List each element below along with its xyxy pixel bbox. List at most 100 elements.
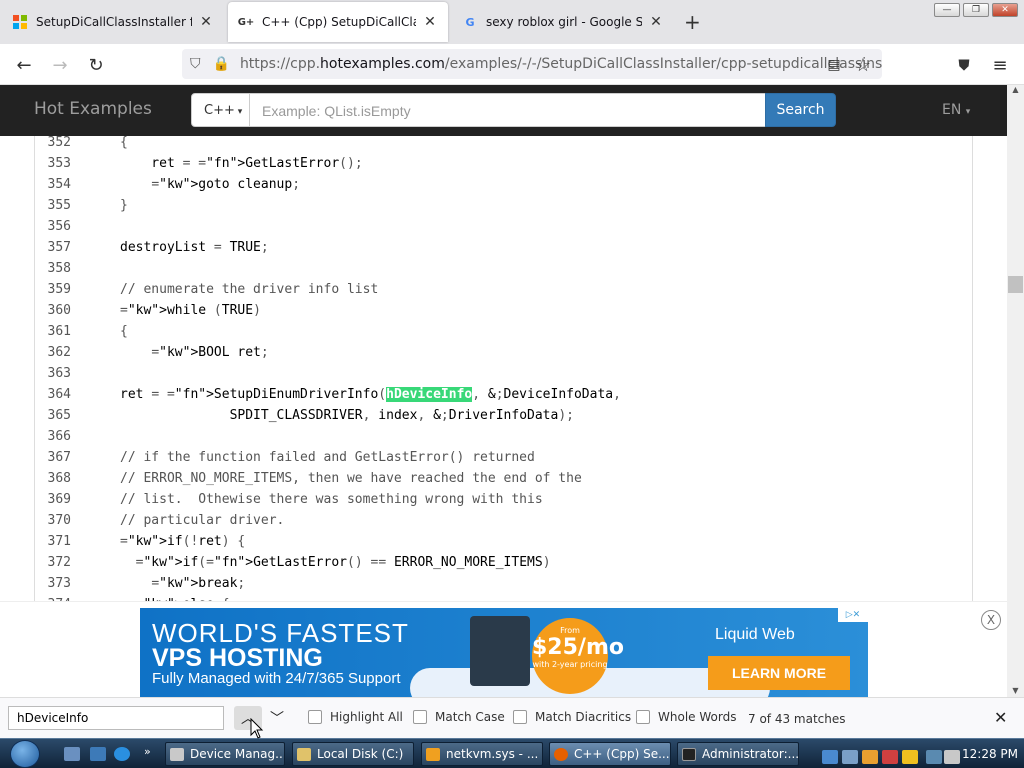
locale-dropdown[interactable]: EN ▾: [942, 102, 970, 118]
code-text: // particular driver.: [120, 513, 285, 528]
adchoices-icon[interactable]: ▷✕: [838, 608, 868, 622]
windows-logo-icon: [12, 14, 28, 30]
tray-window-icon[interactable]: [842, 750, 858, 764]
taskbar-local-disk[interactable]: Local Disk (C:): [292, 742, 414, 766]
lock-icon[interactable]: 🔒: [213, 56, 230, 72]
code-line: 370 // particular driver.: [34, 510, 973, 531]
internet-explorer-icon[interactable]: [114, 747, 130, 761]
show-desktop-icon[interactable]: [64, 747, 80, 761]
price-from: From: [560, 626, 580, 635]
caret-down-icon: ▾: [965, 107, 971, 117]
learn-more-button[interactable]: LEARN MORE: [708, 656, 850, 690]
reader-view-icon[interactable]: ▤: [820, 52, 848, 78]
tray-tool-icon[interactable]: [882, 750, 898, 764]
checkbox-label: Match Diacritics: [535, 710, 632, 724]
find-input[interactable]: hDeviceInfo: [8, 706, 224, 730]
new-tab-button[interactable]: +: [684, 10, 701, 34]
forward-button[interactable]: →: [46, 52, 74, 78]
code-line: 363: [34, 363, 973, 384]
ad-brand: Liquid Web: [715, 626, 795, 643]
close-tab-icon[interactable]: ✕: [648, 14, 664, 30]
switch-windows-icon[interactable]: [90, 747, 106, 761]
close-tab-icon[interactable]: ✕: [198, 14, 214, 30]
code-text: ="kw">while (TRUE): [120, 303, 261, 318]
find-next-button[interactable]: ﹀: [263, 706, 291, 730]
close-tab-icon[interactable]: ✕: [422, 14, 438, 30]
checkbox-label: Highlight All: [330, 710, 403, 724]
tab-title: SetupDiCallClassInstaller functio: [36, 15, 192, 29]
line-number: 372: [47, 555, 71, 570]
ad-subline: Fully Managed with 24/7/365 Support: [152, 670, 401, 687]
address-bar[interactable]: ⛉ 🔒 https://cpp. hotexamples.com/examples…: [182, 49, 882, 79]
taskbar-label: Device Manag...: [190, 747, 285, 761]
tab-setupdi-docs[interactable]: SetupDiCallClassInstaller functio ✕: [2, 2, 224, 42]
code-text: // if the function failed and GetLastErr…: [120, 450, 535, 465]
scroll-up-icon[interactable]: ▲: [1007, 85, 1024, 94]
language-select[interactable]: C++ ▾: [191, 93, 250, 127]
scroll-down-icon[interactable]: ▼: [1007, 686, 1024, 695]
tray-app-icon[interactable]: [822, 750, 838, 764]
code-text: destroyList = TRUE;: [120, 240, 269, 255]
match-diacritics-checkbox[interactable]: Match Diacritics: [513, 710, 631, 724]
taskbar-firefox[interactable]: C++ (Cpp) Se...: [549, 742, 671, 766]
line-number: 370: [47, 513, 71, 528]
code-text: ="kw">if(="fn">GetLastError() == ERROR_N…: [135, 555, 551, 570]
tab-google-search[interactable]: G sexy roblox girl - Google Search ✕: [452, 2, 674, 42]
device-manager-icon: [170, 748, 184, 761]
hotexamples-icon: G+: [237, 16, 255, 28]
search-button[interactable]: Search: [765, 93, 836, 127]
code-search-input[interactable]: Example: QList.isEmpty: [250, 93, 766, 127]
taskbar-clock[interactable]: 12:28 PM: [962, 747, 1018, 761]
site-header: Hot Examples C++ ▾ Example: QList.isEmpt…: [0, 85, 1007, 136]
close-find-bar-button[interactable]: ✕: [994, 708, 1007, 727]
pocket-icon[interactable]: ⛊: [950, 52, 978, 78]
url-path: /examples/-/-/SetupDiCallClassInstaller/…: [444, 56, 882, 72]
tray-java-icon[interactable]: [862, 750, 878, 764]
close-window-button[interactable]: ✕: [992, 3, 1018, 17]
ad-close-button[interactable]: X: [981, 610, 1001, 630]
code-line: 361 {: [34, 321, 973, 342]
price-badge: From $25/mo with 2-year pricing: [532, 618, 624, 694]
code-text: ="kw">if(!ret) {: [120, 534, 246, 549]
code-text: ="kw">BOOL ret;: [151, 345, 269, 360]
tray-search-icon[interactable]: [902, 750, 918, 764]
line-number: 364: [47, 387, 71, 402]
taskbar-cmd[interactable]: Administrator:...: [677, 742, 799, 766]
back-button[interactable]: ←: [10, 52, 38, 78]
line-number: 368: [47, 471, 71, 486]
tab-title: C++ (Cpp) SetupDiCallClassInst: [262, 15, 416, 29]
volume-icon[interactable]: [944, 750, 960, 764]
firefox-icon: [554, 748, 568, 761]
server-graphic: [470, 616, 530, 686]
highlight-all-checkbox[interactable]: Highlight All: [308, 710, 403, 724]
code-text: // list. Othewise there was something wr…: [120, 492, 543, 507]
scrollbar-thumb[interactable]: [1008, 276, 1023, 293]
match-case-checkbox[interactable]: Match Case: [413, 710, 505, 724]
whole-words-checkbox[interactable]: Whole Words: [636, 710, 736, 724]
start-button[interactable]: [10, 740, 40, 768]
code-text: }: [120, 198, 128, 213]
bookmark-star-icon[interactable]: ☆: [849, 52, 877, 78]
reload-button[interactable]: ↻: [82, 52, 110, 78]
quicklaunch-overflow-icon[interactable]: »: [144, 745, 151, 758]
site-brand[interactable]: Hot Examples: [34, 99, 152, 119]
line-number: 356: [47, 219, 71, 234]
taskbar-device-manager[interactable]: Device Manag...: [165, 742, 285, 766]
chevron-down-icon: ﹀: [270, 711, 284, 727]
code-text: ret = ="fn">SetupDiEnumDriverInfo(hDevic…: [120, 387, 621, 402]
code-line: 352 {: [34, 136, 973, 153]
network-icon[interactable]: [926, 750, 942, 764]
maximize-button[interactable]: ❐: [963, 3, 989, 17]
checkbox-box: [413, 710, 427, 724]
tab-hotexamples[interactable]: G+ C++ (Cpp) SetupDiCallClassInst ✕: [228, 2, 448, 42]
checkbox-label: Whole Words: [658, 710, 737, 724]
page-scrollbar[interactable]: ▲ ▼: [1007, 85, 1024, 697]
shield-icon[interactable]: ⛉: [190, 56, 201, 72]
code-text: ret = ="fn">GetLastError();: [120, 156, 363, 171]
minimize-button[interactable]: —: [934, 3, 960, 17]
vps-ad[interactable]: WORLD'S FASTEST VPS HOSTING Fully Manage…: [140, 608, 868, 698]
taskbar-netkvm[interactable]: netkvm.sys - ...: [421, 742, 543, 766]
code-line: 354 ="kw">goto cleanup;: [34, 174, 973, 195]
checkbox-box: [308, 710, 322, 724]
menu-icon[interactable]: ≡: [986, 52, 1014, 78]
